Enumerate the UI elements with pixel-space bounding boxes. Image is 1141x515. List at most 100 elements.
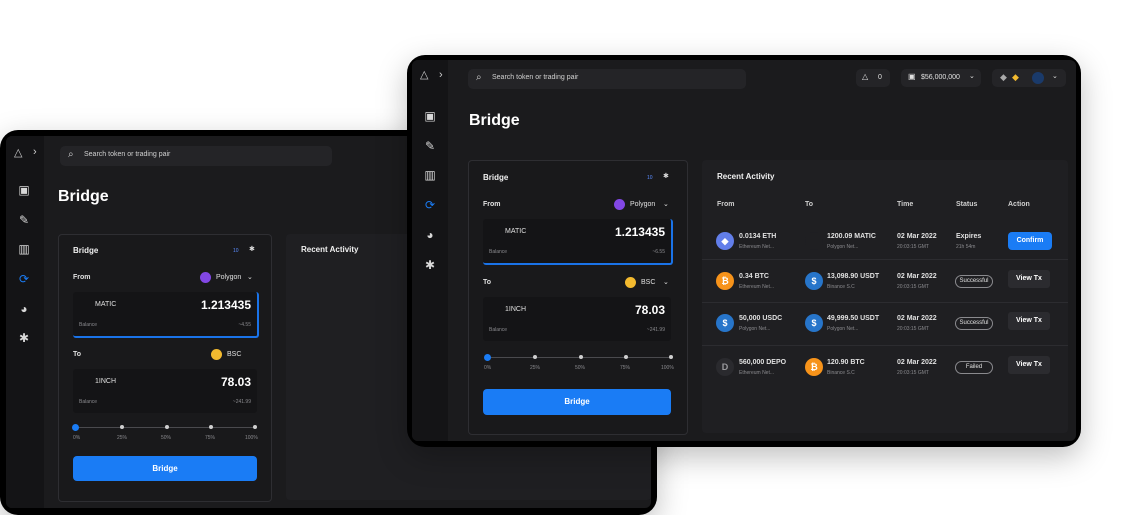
from-chain[interactable]: Polygon: [216, 274, 241, 281]
bnb-icon: ◆: [1012, 72, 1019, 82]
chart-icon[interactable]: ▥: [17, 242, 31, 256]
search-placeholder: Search token or trading pair: [84, 151, 171, 158]
eth-icon: ◆: [716, 232, 734, 250]
usdc-icon: $: [716, 314, 734, 332]
from-amount: 0.34 BTC: [739, 273, 769, 280]
from-label: From: [483, 201, 501, 208]
polygon-icon: [805, 232, 823, 250]
to-network: Binance S.C: [827, 284, 855, 290]
document-icon[interactable]: ✎: [423, 139, 437, 153]
logo-icon[interactable]: △: [14, 146, 22, 159]
settings-icon[interactable]: ✱: [17, 331, 31, 345]
chevron-down-icon[interactable]: ⌄: [663, 200, 669, 208]
chart-icon[interactable]: ▥: [423, 168, 437, 182]
to-amount: 49,999.50 USDT: [827, 315, 880, 322]
bridge-button[interactable]: Bridge: [483, 389, 671, 415]
wallet-icon[interactable]: ▣: [423, 109, 437, 123]
row-divider: [702, 302, 1068, 303]
settings-icon[interactable]: ✱: [249, 245, 255, 253]
slider-knob[interactable]: [72, 424, 79, 431]
to-amount-field[interactable]: 1INCH 78.03 Balance ~241.99: [483, 297, 671, 341]
from-amount: 0.0134 ETH: [739, 233, 777, 240]
tick-label: 25%: [117, 435, 128, 441]
from-amount[interactable]: 1.213435: [201, 298, 251, 312]
slider-knob[interactable]: [484, 354, 491, 361]
table-row[interactable]: ◆ 0.0134 ETH Ethereum Net... 1200.09 MAT…: [702, 228, 1068, 268]
front-search-bar[interactable]: ⌕ Search token or trading pair: [468, 69, 746, 89]
status-badge: Successful: [955, 317, 993, 330]
slider-tick[interactable]: [165, 425, 169, 429]
slider-tick[interactable]: [209, 425, 213, 429]
from-token[interactable]: MATIC: [95, 301, 116, 308]
document-icon[interactable]: ✎: [17, 213, 31, 227]
bridge-button[interactable]: Bridge: [73, 456, 257, 481]
table-row[interactable]: ₿ 0.34 BTC Ethereum Net... $ 13,098.90 U…: [702, 270, 1068, 310]
from-amount-field[interactable]: MATIC 1.213435 Balance ~4.55: [73, 292, 259, 338]
expand-icon[interactable]: ›: [439, 69, 443, 81]
bridge-card-title: Bridge: [483, 173, 509, 182]
back-search-bar[interactable]: ⌕ Search token or trading pair: [60, 146, 332, 166]
logo-icon[interactable]: △: [420, 68, 428, 81]
to-amount: 120.90 BTC: [827, 359, 865, 366]
notification-chip[interactable]: △ 0: [856, 69, 890, 87]
wallet-icon[interactable]: ▣: [17, 183, 31, 197]
from-network: Ethereum Net...: [739, 284, 775, 290]
to-token[interactable]: 1INCH: [95, 378, 116, 385]
slider-tick[interactable]: [579, 355, 583, 359]
front-device: △ › ▣ ✎ ▥ ⟳ ◕ ✱ ⌕ Search token or tradin…: [407, 55, 1081, 447]
balance-label: Balance: [79, 399, 98, 405]
palette-icon[interactable]: ◕: [423, 228, 437, 242]
from-label: From: [73, 274, 91, 281]
tick-label: 100%: [245, 435, 258, 441]
view-tx-button[interactable]: View Tx: [1008, 356, 1050, 374]
tick-label: 25%: [530, 365, 541, 371]
to-amount[interactable]: 78.03: [221, 375, 251, 389]
polygon-icon: [614, 199, 625, 210]
to-chain[interactable]: BSC: [227, 351, 241, 358]
palette-icon[interactable]: ◕: [17, 302, 31, 316]
row-divider: [702, 345, 1068, 346]
slider-tick[interactable]: [253, 425, 257, 429]
front-screen: △ › ▣ ✎ ▥ ⟳ ◕ ✱ ⌕ Search token or tradin…: [412, 60, 1076, 441]
to-amount-field[interactable]: 1INCH 78.03 Balance ~241.99: [73, 369, 257, 413]
chevron-down-icon[interactable]: ⌄: [663, 278, 669, 286]
to-token[interactable]: 1INCH: [505, 306, 526, 313]
confirm-button[interactable]: Confirm: [1008, 232, 1052, 250]
to-amount[interactable]: 78.03: [635, 303, 665, 317]
balance-chip[interactable]: ▣ $56,000,000 ⌄: [901, 69, 981, 87]
slider-tick[interactable]: [120, 425, 124, 429]
balance-label: Balance: [79, 322, 98, 328]
table-row[interactable]: $ 50,000 USDC Polygon Net... $ 49,999.50…: [702, 312, 1068, 352]
view-tx-button[interactable]: View Tx: [1008, 312, 1050, 330]
from-token[interactable]: MATIC: [505, 228, 526, 235]
network-chip[interactable]: ◆ ◆ ⌄: [992, 69, 1066, 87]
settings-icon[interactable]: ✱: [423, 258, 437, 272]
row-date: 02 Mar 2022: [897, 233, 937, 240]
expand-icon[interactable]: ›: [33, 146, 37, 158]
table-row[interactable]: D 560,000 DEPO Ethereum Net... ₿ 120.90 …: [702, 356, 1068, 396]
search-icon: ⌕: [476, 72, 482, 83]
to-network: Polygon Net...: [827, 326, 859, 332]
settings-icon[interactable]: ✱: [663, 172, 669, 180]
slider-tick[interactable]: [533, 355, 537, 359]
slider-tick[interactable]: [624, 355, 628, 359]
bridge-icon[interactable]: ⟳: [17, 272, 31, 286]
depo-icon: D: [716, 358, 734, 376]
from-amount-field[interactable]: MATIC 1.213435 Balance ~6.55: [483, 219, 673, 265]
from-balance: ~6.55: [652, 249, 665, 255]
from-network: Ethereum Net...: [739, 244, 775, 250]
btc-icon: ₿: [805, 358, 823, 376]
col-status: Status: [956, 201, 978, 208]
bridge-badge: 10: [647, 175, 653, 181]
slider-tick[interactable]: [669, 355, 673, 359]
from-chain[interactable]: Polygon: [630, 201, 655, 208]
balance-label: Balance: [489, 327, 508, 333]
to-chain[interactable]: BSC: [641, 279, 655, 286]
view-tx-button[interactable]: View Tx: [1008, 270, 1050, 288]
notification-count: 0: [878, 74, 882, 81]
bridge-icon[interactable]: ⟳: [423, 198, 437, 212]
to-amount: 13,098.90 USDT: [827, 273, 880, 280]
status-text: Expires: [956, 233, 982, 240]
chevron-down-icon[interactable]: ⌄: [247, 273, 253, 281]
from-amount[interactable]: 1.213435: [615, 225, 665, 239]
